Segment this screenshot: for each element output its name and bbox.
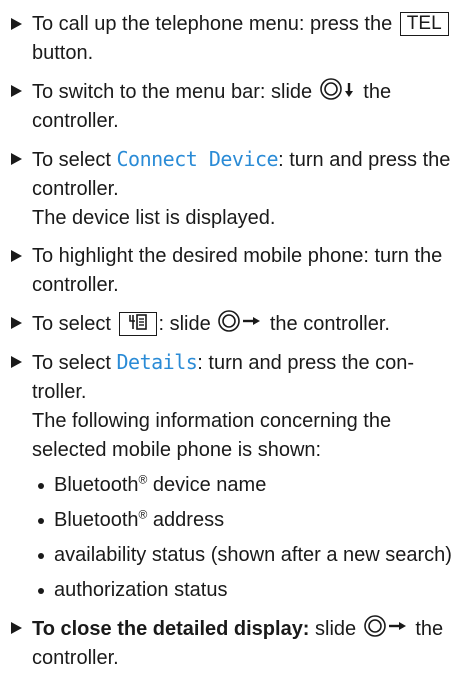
step-bullet-icon xyxy=(11,18,22,30)
step-text: To select xyxy=(32,149,111,171)
step-call-telephone-menu: To call up the telephone menu: press the… xyxy=(6,10,468,68)
bullet-dot-icon xyxy=(38,518,44,524)
list-item-text: authorization status xyxy=(54,579,228,601)
step-close-detailed-display: To close the detailed display: slide the… xyxy=(6,614,468,673)
step-text: To switch to the menu bar: slide xyxy=(32,81,313,103)
step-bullet-icon xyxy=(11,317,22,329)
list-item-text: address xyxy=(152,509,225,531)
list-item-text: Bluetooth xyxy=(54,474,139,496)
step-text: the controller. xyxy=(269,313,390,335)
step-text: To call up the telephone menu: press the xyxy=(32,13,393,35)
step-result: The device list is displayed. xyxy=(32,207,276,229)
step-bullet-icon xyxy=(11,153,22,165)
step-bullet-icon xyxy=(11,622,22,634)
step-text: To highlight the desired mobile phone: t… xyxy=(32,245,443,296)
phone-menu-icon xyxy=(118,312,157,336)
instruction-list: To call up the telephone menu: press the… xyxy=(6,10,468,682)
list-item: authorization status xyxy=(36,576,468,605)
list-item: Bluetooth® address xyxy=(36,506,468,535)
registered-mark: ® xyxy=(138,507,148,522)
step-bullet-icon xyxy=(11,356,22,368)
list-item-text: Bluetooth xyxy=(54,509,139,531)
list-item: availability status (shown after a new s… xyxy=(36,541,468,570)
controller-slide-down-icon xyxy=(319,77,356,101)
step-highlight-phone: To highlight the desired mobile phone: t… xyxy=(6,242,468,300)
step-select-phone-menu: To select : slide the controller. xyxy=(6,309,468,339)
controller-slide-right-icon xyxy=(218,309,262,333)
list-item-text: device name xyxy=(152,474,267,496)
details-list: Bluetooth® device name Bluetooth® addres… xyxy=(36,471,468,605)
bullet-dot-icon xyxy=(38,588,44,594)
step-select-details: To select Details: turn and press the co… xyxy=(6,348,468,605)
step-text: button. xyxy=(32,42,94,64)
step-result: The following information concerning the… xyxy=(32,410,392,461)
step-bullet-icon xyxy=(11,250,22,262)
step-text: To select xyxy=(32,352,111,374)
step-text: To select xyxy=(32,313,111,335)
menu-item-details: Details xyxy=(116,350,198,374)
step-text: : slide xyxy=(158,313,211,335)
list-item: Bluetooth® device name xyxy=(36,471,468,500)
step-text: slide xyxy=(315,618,357,640)
step-switch-menu-bar: To switch to the menu bar: slide the con… xyxy=(6,77,468,136)
bullet-dot-icon xyxy=(38,483,44,489)
bullet-dot-icon xyxy=(38,553,44,559)
step-bullet-icon xyxy=(11,85,22,97)
menu-item-connect-device: Connect Device xyxy=(116,147,279,171)
registered-mark: ® xyxy=(138,472,148,487)
step-heading: To close the detailed display: xyxy=(32,618,310,640)
controller-slide-right-icon xyxy=(363,614,408,638)
list-item-text: availability status (shown after a new s… xyxy=(54,544,452,566)
tel-button-key: TEL xyxy=(399,12,449,36)
step-select-connect-device: To select Connect Device: turn and press… xyxy=(6,145,468,233)
